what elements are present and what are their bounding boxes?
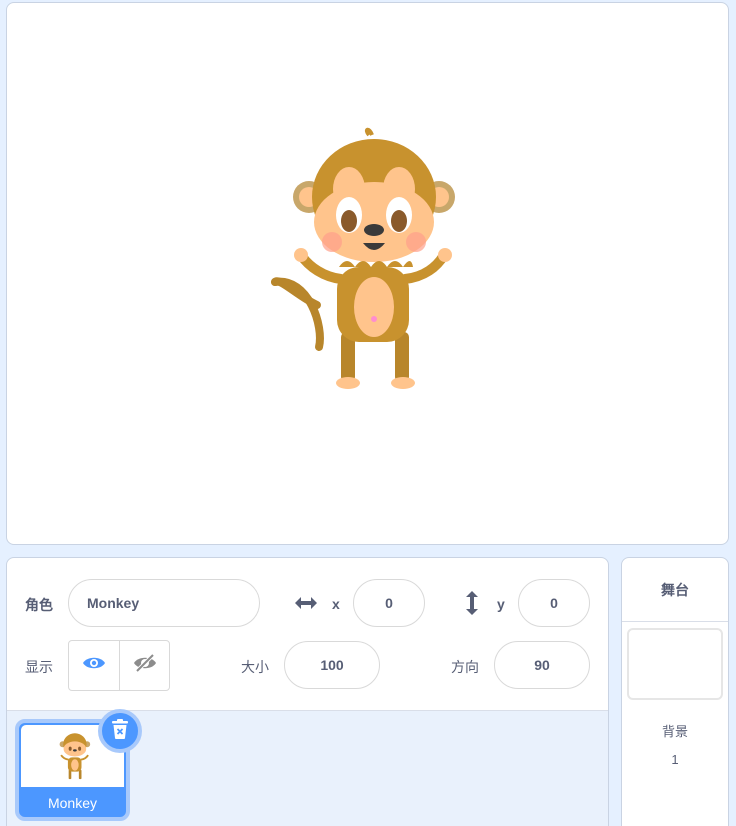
sprite-label: 角色 (25, 597, 53, 613)
trash-icon (110, 718, 130, 745)
direction-input[interactable]: 90 (494, 641, 590, 689)
monkey-thumbnail-image (59, 733, 90, 780)
stage-thumbnail[interactable] (627, 628, 723, 700)
direction-label: 方向 (451, 659, 479, 675)
y-label: y (497, 596, 505, 612)
delete-sprite-button[interactable] (98, 709, 142, 753)
x-label: x (332, 596, 340, 612)
eye-icon (82, 655, 106, 676)
sprite-list: Monkey (7, 709, 608, 826)
sprite-tile[interactable]: Monkey (15, 709, 142, 821)
monkey-sprite[interactable] (269, 127, 459, 392)
eye-slash-icon (133, 653, 157, 678)
stage-title: 舞台 (622, 558, 728, 622)
y-input[interactable]: 0 (518, 579, 590, 627)
backdrops-count: 1 (671, 752, 679, 767)
show-label: 显示 (25, 659, 53, 675)
sprite-name-input[interactable]: Monkey (68, 579, 260, 627)
arrows-horizontal-icon (291, 592, 321, 614)
size-label: 大小 (241, 659, 269, 675)
sprite-info-pane: 角色 Monkey x 0 y 0 显示 大小 100 方向 90 Monkey (6, 557, 609, 826)
show-button[interactable] (69, 641, 119, 690)
stage-canvas[interactable] (6, 2, 729, 545)
arrows-vertical-icon (462, 588, 482, 618)
sprite-tile-name: Monkey (47, 795, 98, 811)
size-input[interactable]: 100 (284, 641, 380, 689)
visibility-toggle (68, 640, 170, 691)
x-input[interactable]: 0 (353, 579, 425, 627)
sprite-info: 角色 Monkey x 0 y 0 显示 大小 100 方向 90 (7, 558, 608, 710)
hide-button[interactable] (119, 641, 169, 690)
stage-selector[interactable]: 舞台 背景 1 (621, 557, 729, 826)
backdrops-label: 背景 (661, 724, 688, 739)
